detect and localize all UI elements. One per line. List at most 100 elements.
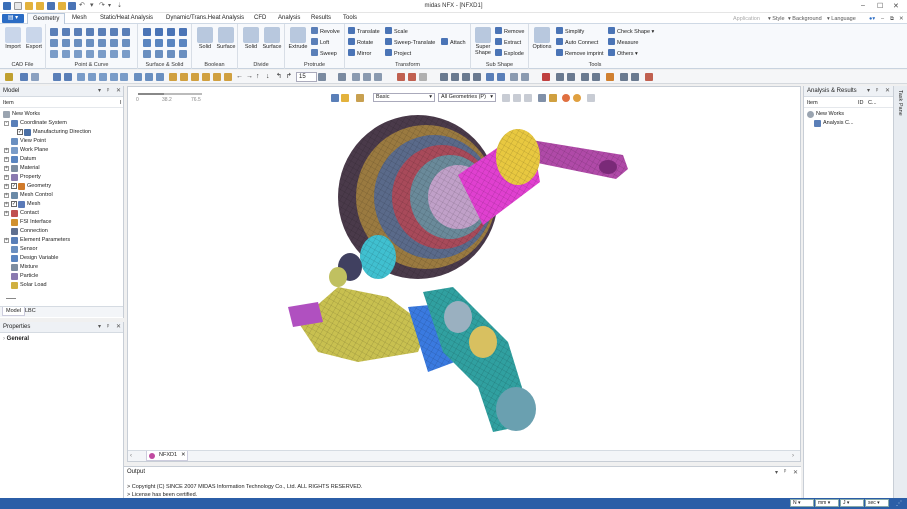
- rectangle-icon[interactable]: [74, 28, 82, 36]
- group-icon[interactable]: [462, 73, 470, 81]
- extend-icon[interactable]: [110, 39, 118, 47]
- helix-icon[interactable]: [122, 28, 130, 36]
- tab-static-heat-analysis[interactable]: Static/Heat Analysis: [100, 15, 153, 21]
- select-all-icon[interactable]: [549, 94, 557, 102]
- import-button[interactable]: Import: [2, 27, 24, 50]
- project-button[interactable]: Project: [385, 49, 411, 58]
- expand-toggle-icon[interactable]: +: [4, 184, 9, 189]
- model-tree-item[interactable]: View Point: [0, 137, 124, 146]
- capture-icon[interactable]: [620, 73, 628, 81]
- chamfer-icon[interactable]: [110, 50, 118, 58]
- polyline-icon[interactable]: [62, 28, 70, 36]
- move-icon[interactable]: [120, 73, 128, 81]
- hand-icon[interactable]: [587, 94, 595, 102]
- intersect-icon[interactable]: [50, 50, 58, 58]
- torus-icon[interactable]: [143, 39, 151, 47]
- model-tree-item[interactable]: + Contact: [0, 209, 124, 218]
- view-iso-icon[interactable]: [169, 73, 177, 81]
- arrow-left-icon[interactable]: ←: [236, 73, 244, 81]
- model-tree-item[interactable]: Mixture: [0, 263, 124, 272]
- export-button[interactable]: Export: [23, 27, 45, 50]
- model-tree-item[interactable]: + Material: [0, 164, 124, 173]
- expand-toggle-icon[interactable]: +: [4, 211, 9, 216]
- panel-close-icon[interactable]: ✕: [116, 86, 121, 97]
- super-shape-button[interactable]: Super Shape: [472, 27, 494, 56]
- record-icon[interactable]: [562, 94, 570, 102]
- analysis-column-header[interactable]: Item ID C...: [804, 99, 893, 108]
- fillet-curve-icon[interactable]: [122, 39, 130, 47]
- doc-tab-nfxd1[interactable]: NFXD1 ✕: [146, 451, 188, 461]
- ribbon-close-icon[interactable]: ✕: [899, 16, 904, 22]
- length-unit-select[interactable]: mm ▾: [815, 499, 839, 507]
- properties-general-section[interactable]: › General: [3, 336, 29, 342]
- check-icon[interactable]: [486, 73, 494, 81]
- grid-icon[interactable]: [134, 73, 142, 81]
- expand-toggle-icon[interactable]: +: [4, 193, 9, 198]
- model-tree-item[interactable]: + Datum: [0, 155, 124, 164]
- rotate-button[interactable]: Rotate: [348, 38, 373, 47]
- output-menu-icon[interactable]: ▾: [775, 469, 778, 476]
- connect-icon[interactable]: [86, 50, 94, 58]
- model-tree-item[interactable]: + Mesh Control: [0, 191, 124, 200]
- select-node-icon[interactable]: [20, 73, 28, 81]
- analysis-panel-close-icon[interactable]: ✕: [885, 86, 890, 97]
- model-tree-item[interactable]: Design Variable: [0, 254, 124, 263]
- model-tree-item[interactable]: Solar Load: [0, 281, 124, 290]
- delete-curve-icon[interactable]: [98, 50, 106, 58]
- rotation-angle-input[interactable]: 15: [296, 72, 317, 82]
- wireframe-icon[interactable]: [363, 73, 371, 81]
- tab-geometry[interactable]: Geometry: [27, 13, 66, 24]
- model-tree-item[interactable]: Particle: [0, 272, 124, 281]
- axis-icon[interactable]: [156, 73, 164, 81]
- pan-icon[interactable]: [88, 73, 96, 81]
- properties-close-icon[interactable]: ✕: [116, 322, 121, 333]
- tab-mesh[interactable]: Mesh: [72, 15, 87, 21]
- polygon-icon[interactable]: [86, 28, 94, 36]
- geometry-filter-select[interactable]: All Geometries (P) ▾: [438, 93, 496, 102]
- grid-toggle-icon[interactable]: [521, 73, 529, 81]
- model-tree-item[interactable]: ✓ Manufacturing Direction: [0, 128, 124, 137]
- maximize-icon[interactable]: ☐: [877, 2, 883, 10]
- expand-toggle-icon[interactable]: +: [4, 238, 9, 243]
- boolean-solid-button[interactable]: Solid: [194, 27, 216, 50]
- view-right-icon[interactable]: [202, 73, 210, 81]
- tab-dynamic-trans-heat-analysis[interactable]: Dynamic/Trans.Heat Analysis: [166, 15, 244, 21]
- tab-lbc[interactable]: LBC: [22, 308, 39, 314]
- surface-tools-icon[interactable]: [179, 50, 187, 58]
- divide-surface-button[interactable]: Surface: [261, 27, 283, 50]
- visibility-checkbox[interactable]: ✓: [17, 129, 23, 135]
- export-image-icon[interactable]: [631, 73, 639, 81]
- panel-menu-icon[interactable]: ▾: [98, 86, 101, 97]
- curve-icon[interactable]: [98, 28, 106, 36]
- measure-tool-icon[interactable]: [567, 73, 575, 81]
- inspect-icon[interactable]: [497, 73, 505, 81]
- rotate-ccw-icon[interactable]: ↰: [276, 73, 284, 81]
- shading-icon[interactable]: [352, 73, 360, 81]
- node-info-icon[interactable]: [592, 73, 600, 81]
- expand-toggle-icon[interactable]: +: [4, 148, 9, 153]
- force-unit-select[interactable]: N ▾: [790, 499, 814, 507]
- divide-curve-icon[interactable]: [74, 50, 82, 58]
- properties-menu-icon[interactable]: ▾: [98, 322, 101, 333]
- view-top-icon[interactable]: [191, 73, 199, 81]
- rotate-cw-icon[interactable]: ↱: [286, 73, 294, 81]
- curve-tools-icon[interactable]: [122, 50, 130, 58]
- expand-toggle-icon[interactable]: +: [4, 175, 9, 180]
- ruler-icon[interactable]: [645, 73, 653, 81]
- arrow-right-icon[interactable]: →: [246, 73, 254, 81]
- arc-icon[interactable]: [62, 39, 70, 47]
- highlight-icon[interactable]: [542, 73, 550, 81]
- remove-imprint-button[interactable]: Remove imprint: [556, 49, 604, 58]
- cylinder-icon[interactable]: [155, 28, 163, 36]
- ribbon-minimize-icon[interactable]: –: [881, 16, 884, 22]
- select-element-icon[interactable]: [31, 73, 39, 81]
- attach-button[interactable]: Attach: [441, 38, 466, 47]
- fillet-icon[interactable]: [167, 39, 175, 47]
- offset-icon[interactable]: [62, 50, 70, 58]
- analysis-panel-pin-icon[interactable]: ᵖ: [876, 86, 878, 97]
- zoom-fit-icon[interactable]: [53, 73, 61, 81]
- model-tree-item[interactable]: New Works: [0, 110, 124, 119]
- minimize-icon[interactable]: –: [861, 2, 865, 9]
- task-pane-tab[interactable]: Task Pane: [893, 86, 907, 498]
- application-menu-button[interactable]: ▤ ▾: [2, 14, 24, 23]
